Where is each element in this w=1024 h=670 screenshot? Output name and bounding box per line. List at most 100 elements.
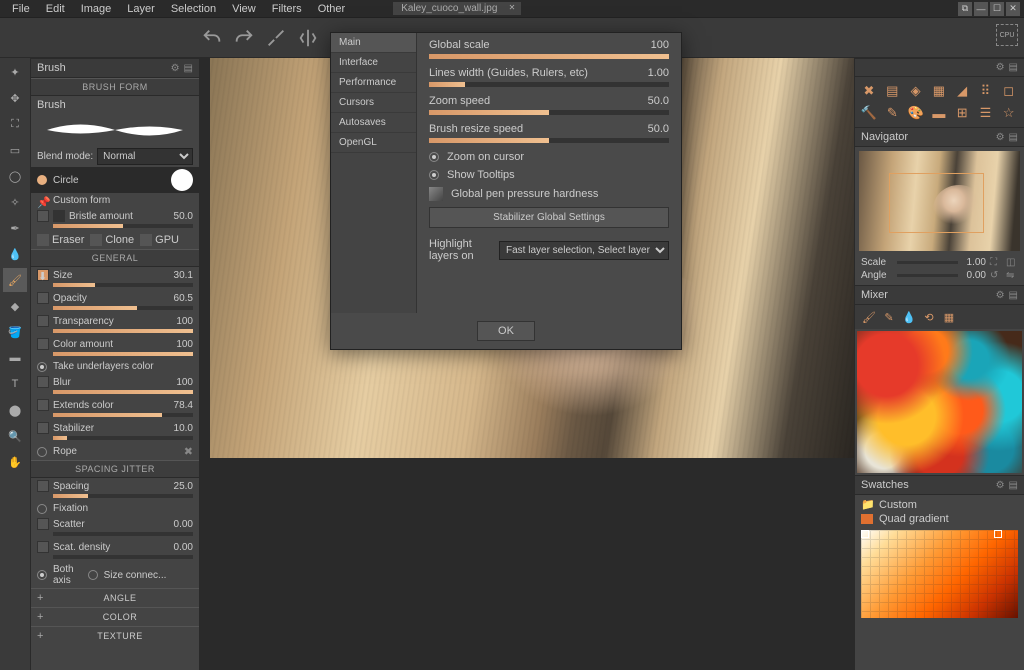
ok-button[interactable]: OK	[477, 321, 535, 341]
brush-type-custom[interactable]: 📌 Custom form	[31, 193, 199, 208]
clone-toggle[interactable]: Clone	[90, 234, 134, 246]
prefs-tab-main[interactable]: Main	[331, 33, 416, 53]
transparency-slider[interactable]	[53, 329, 193, 333]
wand-tool-icon[interactable]: ✧	[3, 190, 27, 214]
hand-tool-icon[interactable]: ✋	[3, 450, 27, 474]
prefs-tab-cursors[interactable]: Cursors	[331, 93, 416, 113]
tooltips-radio[interactable]	[429, 170, 439, 180]
panel-menu-icon[interactable]: ▤	[184, 63, 193, 74]
lasso-tool-icon[interactable]: ◯	[3, 164, 27, 188]
bothaxis-radio[interactable]	[37, 570, 47, 580]
opacity-toggle[interactable]	[37, 292, 49, 304]
menu-selection[interactable]: Selection	[163, 3, 224, 15]
pencil-icon[interactable]: ✎	[882, 103, 902, 123]
bristle-slider[interactable]	[53, 224, 193, 228]
panel-menu-icon[interactable]: ▤	[1009, 480, 1018, 491]
marquee-tool-icon[interactable]: ▭	[3, 138, 27, 162]
mirror-icon[interactable]	[296, 26, 320, 50]
prefs-tab-performance[interactable]: Performance	[331, 73, 416, 93]
navigator-viewport[interactable]	[889, 173, 984, 233]
swatch-icon[interactable]: ▬	[929, 103, 949, 123]
coloramount-slider[interactable]	[53, 352, 193, 356]
eraser-toggle[interactable]: Eraser	[37, 234, 84, 246]
pen-tool-icon[interactable]: ✒	[3, 216, 27, 240]
coloramount-toggle[interactable]	[37, 338, 49, 350]
palette-icon[interactable]: 🎨	[906, 103, 926, 123]
size-toggle[interactable]: ⬇	[37, 269, 49, 281]
gear-icon[interactable]: ⚙	[996, 132, 1005, 143]
bristle-toggle[interactable]	[37, 210, 49, 222]
flip-icon[interactable]: ⇋	[1006, 270, 1018, 281]
prefs-tab-autosaves[interactable]: Autosaves	[331, 113, 416, 133]
stabilizer-settings-button[interactable]: Stabilizer Global Settings	[429, 207, 669, 228]
fixation-radio[interactable]	[37, 504, 47, 514]
gradient-tool-icon[interactable]: ▬	[3, 346, 27, 370]
grid2-icon[interactable]: ⊞	[952, 103, 972, 123]
blur-toggle[interactable]	[37, 376, 49, 388]
mixer-canvas[interactable]	[857, 331, 1022, 473]
transform-tool-icon[interactable]: ⛶	[3, 112, 27, 136]
prefs-tab-opengl[interactable]: OpenGL	[331, 133, 416, 153]
underlayers-radio[interactable]	[37, 362, 47, 372]
mixer-reset-icon[interactable]: ⟲	[921, 309, 937, 325]
scatter-slider[interactable]	[53, 532, 193, 536]
color-expand[interactable]: +COLOR	[31, 607, 199, 626]
scatter-toggle[interactable]	[37, 518, 49, 530]
brush-resize-slider[interactable]	[429, 138, 669, 143]
rope-settings-icon[interactable]: ✖	[184, 445, 193, 458]
spacing-toggle[interactable]	[37, 480, 49, 492]
extends-slider[interactable]	[53, 413, 193, 417]
menu-other[interactable]: Other	[310, 3, 354, 15]
nav-scale-slider[interactable]	[897, 261, 958, 264]
scatdensity-slider[interactable]	[53, 555, 193, 559]
panel-menu-icon[interactable]: ▤	[1009, 62, 1018, 73]
swatch-custom[interactable]: 📁Custom	[861, 497, 1018, 512]
brush-tool-icon[interactable]: 🖌	[3, 268, 27, 292]
eraser-tool-icon[interactable]: ◆	[3, 294, 27, 318]
panel-menu-icon[interactable]: ▤	[1009, 132, 1018, 143]
stabilizer-toggle[interactable]	[37, 422, 49, 434]
extends-toggle[interactable]	[37, 399, 49, 411]
zoom-speed-slider[interactable]	[429, 110, 669, 115]
panel-menu-icon[interactable]: ▤	[1009, 290, 1018, 301]
window-close-icon[interactable]: ✕	[1006, 2, 1020, 16]
texture-expand[interactable]: +TEXTURE	[31, 626, 199, 645]
actual-icon[interactable]: ◫	[1006, 257, 1018, 268]
menu-filters[interactable]: Filters	[264, 3, 310, 15]
angle-expand[interactable]: +ANGLE	[31, 588, 199, 607]
pen-hardness-check[interactable]	[429, 187, 443, 201]
mixer-pen-icon[interactable]: ✎	[881, 309, 897, 325]
dots-icon[interactable]: ⠿	[975, 81, 995, 101]
reset-angle-icon[interactable]: ↺	[990, 270, 1002, 281]
blend-mode-select[interactable]: Normal	[97, 148, 193, 165]
window-minimize-icon[interactable]: —	[974, 2, 988, 16]
document-tab[interactable]: Kaley_cuoco_wall.jpg	[393, 2, 521, 15]
zoom-cursor-radio[interactable]	[429, 152, 439, 162]
spacing-slider[interactable]	[53, 494, 193, 498]
swatch-grid[interactable]	[861, 530, 1018, 618]
sizeconn-radio[interactable]	[88, 570, 98, 580]
layers-icon[interactable]: ▤	[882, 81, 902, 101]
move-tool-icon[interactable]: ✥	[3, 86, 27, 110]
size-slider[interactable]	[53, 283, 193, 287]
mixer-brush-icon[interactable]: 🖌	[861, 309, 877, 325]
search-tool-icon[interactable]: 🔍	[3, 424, 27, 448]
nav-angle-slider[interactable]	[897, 274, 958, 277]
blur-slider[interactable]	[53, 390, 193, 394]
brush-type-circle[interactable]: Circle	[31, 167, 199, 193]
stack-icon[interactable]: ◈	[906, 81, 926, 101]
lines-width-slider[interactable]	[429, 82, 669, 87]
menu-view[interactable]: View	[224, 3, 264, 15]
mixer-swatch-icon[interactable]: ▦	[941, 309, 957, 325]
gear-icon[interactable]: ⚙	[171, 63, 180, 74]
global-scale-slider[interactable]	[429, 54, 669, 59]
transparency-toggle[interactable]	[37, 315, 49, 327]
menu-layer[interactable]: Layer	[119, 3, 163, 15]
shape-tool-icon[interactable]: ⬤	[3, 398, 27, 422]
opacity-slider[interactable]	[53, 306, 193, 310]
mixer-dropper-icon[interactable]: 💧	[901, 309, 917, 325]
redo-icon[interactable]	[232, 26, 256, 50]
slash-icon[interactable]: ◢	[952, 81, 972, 101]
rope-radio[interactable]	[37, 447, 47, 457]
bristle-lock[interactable]	[53, 210, 65, 222]
